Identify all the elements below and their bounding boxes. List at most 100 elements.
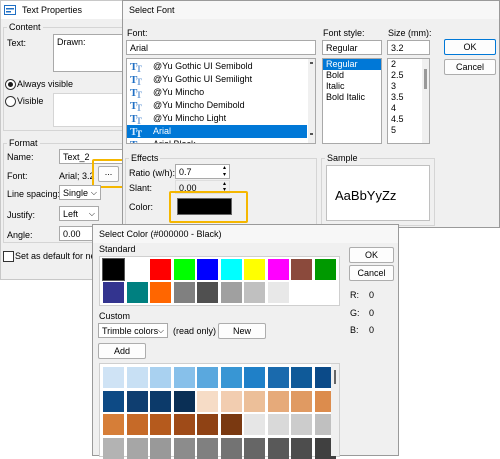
custom-color-swatch[interactable] — [291, 390, 312, 412]
custom-palette-scrollbar[interactable] — [331, 364, 339, 456]
standard-color-swatch[interactable] — [126, 259, 148, 280]
spin-up-icon[interactable]: ▴ — [220, 165, 229, 171]
standard-color-swatch[interactable] — [244, 282, 265, 303]
custom-color-swatch[interactable] — [220, 367, 242, 388]
font-style-list[interactable]: Regular Bold Italic Bold Italic — [322, 58, 382, 144]
custom-color-swatch[interactable] — [267, 390, 289, 412]
standard-color-swatch[interactable] — [150, 282, 171, 303]
custom-color-swatch[interactable] — [267, 437, 289, 459]
custom-color-swatch[interactable] — [244, 390, 265, 412]
size-list-scrollbar[interactable] — [422, 59, 429, 143]
standard-color-swatch[interactable] — [173, 259, 195, 280]
custom-color-swatch[interactable] — [173, 414, 195, 435]
custom-color-swatch[interactable] — [126, 437, 148, 459]
font-cancel-button[interactable]: Cancel — [444, 59, 496, 75]
standard-color-swatch[interactable] — [150, 259, 171, 280]
custom-color-swatch[interactable] — [267, 367, 289, 388]
standard-color-swatch[interactable] — [197, 282, 218, 303]
custom-color-swatch[interactable] — [150, 367, 171, 388]
select-color-title: Select Color (#000000 - Black) — [99, 229, 222, 239]
font-list-item[interactable]: T T @Yu Gothic UI Semilight — [127, 73, 307, 87]
color-ok-button[interactable]: OK — [349, 247, 394, 263]
custom-color-swatch[interactable] — [244, 367, 265, 388]
custom-color-swatch[interactable] — [197, 414, 218, 435]
font-list-item[interactable]: T T Arial — [127, 125, 307, 139]
font-list-item[interactable]: T T Arial Black — [127, 138, 307, 143]
custom-color-swatch[interactable] — [103, 367, 124, 388]
custom-color-swatch[interactable] — [244, 437, 265, 459]
font-size-item[interactable]: 3.5 — [388, 92, 421, 103]
standard-color-swatch[interactable] — [291, 259, 312, 280]
font-size-item[interactable]: 4.5 — [388, 114, 421, 125]
font-style-item[interactable]: Bold — [323, 70, 381, 81]
set-default-checkbox[interactable] — [3, 251, 14, 262]
custom-color-swatch[interactable] — [173, 390, 195, 412]
font-list-item[interactable]: T T @Yu Mincho Demibold — [127, 99, 307, 113]
standard-color-swatch[interactable] — [103, 282, 124, 303]
custom-color-swatch[interactable] — [126, 414, 148, 435]
font-ok-button[interactable]: OK — [444, 39, 496, 55]
standard-color-swatch[interactable] — [126, 282, 148, 303]
custom-color-swatch[interactable] — [267, 414, 289, 435]
standard-color-swatch[interactable] — [220, 259, 242, 280]
custom-color-swatch[interactable] — [126, 367, 148, 388]
custom-color-swatch[interactable] — [197, 437, 218, 459]
font-list-item[interactable]: T T @Yu Mincho — [127, 86, 307, 100]
custom-color-swatch[interactable] — [103, 390, 124, 412]
custom-color-swatch[interactable] — [220, 437, 242, 459]
visible-radio[interactable] — [5, 96, 16, 107]
r-label: R: — [350, 290, 359, 300]
custom-color-swatch[interactable] — [150, 414, 171, 435]
color-cancel-button[interactable]: Cancel — [349, 265, 394, 281]
standard-color-swatch[interactable] — [267, 282, 289, 303]
font-size-item[interactable]: 3 — [388, 81, 421, 92]
font-style-input[interactable]: Regular — [322, 40, 382, 55]
font-style-item[interactable]: Italic — [323, 81, 381, 92]
text-input[interactable]: Drawn: — [53, 34, 133, 72]
font-list-item[interactable]: T T @Yu Mincho Light — [127, 112, 307, 126]
custom-color-swatch[interactable] — [103, 437, 124, 459]
standard-color-swatch[interactable] — [102, 258, 125, 281]
custom-color-swatch[interactable] — [150, 437, 171, 459]
standard-color-swatch[interactable] — [267, 259, 289, 280]
size-input[interactable]: 3.2 — [387, 40, 430, 55]
spin-down-icon[interactable]: ▾ — [220, 172, 229, 178]
visible-condition-input[interactable] — [53, 93, 133, 127]
custom-color-swatch[interactable] — [103, 414, 124, 435]
line-spacing-select[interactable]: Single ⌵ — [59, 185, 101, 200]
font-size-item[interactable]: 2 — [388, 59, 421, 70]
custom-color-swatch[interactable] — [244, 414, 265, 435]
custom-color-swatch[interactable] — [291, 414, 312, 435]
font-list-item[interactable]: T T @Yu Gothic UI Semibold — [127, 60, 307, 74]
standard-color-swatch[interactable] — [244, 259, 265, 280]
custom-color-swatch[interactable] — [173, 367, 195, 388]
font-list-scrollbar[interactable] — [308, 59, 315, 143]
custom-color-swatch[interactable] — [220, 390, 242, 412]
custom-color-swatch[interactable] — [150, 390, 171, 412]
custom-color-swatch[interactable] — [197, 367, 218, 388]
custom-color-swatch[interactable] — [291, 367, 312, 388]
font-style-item[interactable]: Regular — [323, 59, 381, 70]
font-size-item[interactable]: 4 — [388, 103, 421, 114]
standard-color-swatch[interactable] — [314, 259, 336, 280]
new-palette-button[interactable]: New — [218, 323, 266, 339]
standard-color-swatch[interactable] — [220, 282, 242, 303]
font-size-item[interactable]: 2.5 — [388, 70, 421, 81]
ratio-input[interactable]: 0.7 ▴ ▾ — [175, 164, 230, 179]
standard-color-swatch[interactable] — [173, 282, 195, 303]
always-visible-radio[interactable] — [5, 79, 16, 90]
standard-color-swatch[interactable] — [197, 259, 218, 280]
custom-color-swatch[interactable] — [291, 437, 312, 459]
custom-color-swatch[interactable] — [197, 390, 218, 412]
custom-color-swatch[interactable] — [173, 437, 195, 459]
font-name-input[interactable]: Arial — [126, 40, 316, 55]
size-list[interactable]: 2 2.5 3 3.5 4 4.5 5 — [387, 58, 430, 144]
add-color-button[interactable]: Add — [98, 343, 146, 359]
custom-color-swatch[interactable] — [126, 390, 148, 412]
font-list[interactable]: T T @Yu Gothic UI Semibold T T @Yu Gothic UI … — [126, 58, 316, 144]
font-size-item[interactable]: 5 — [388, 125, 421, 136]
custom-color-swatch[interactable] — [220, 414, 242, 435]
font-style-item[interactable]: Bold Italic — [323, 92, 381, 103]
palette-select[interactable]: Trimble colors ⌵ — [98, 323, 168, 338]
justify-select[interactable]: Left ⌵ — [59, 206, 99, 221]
